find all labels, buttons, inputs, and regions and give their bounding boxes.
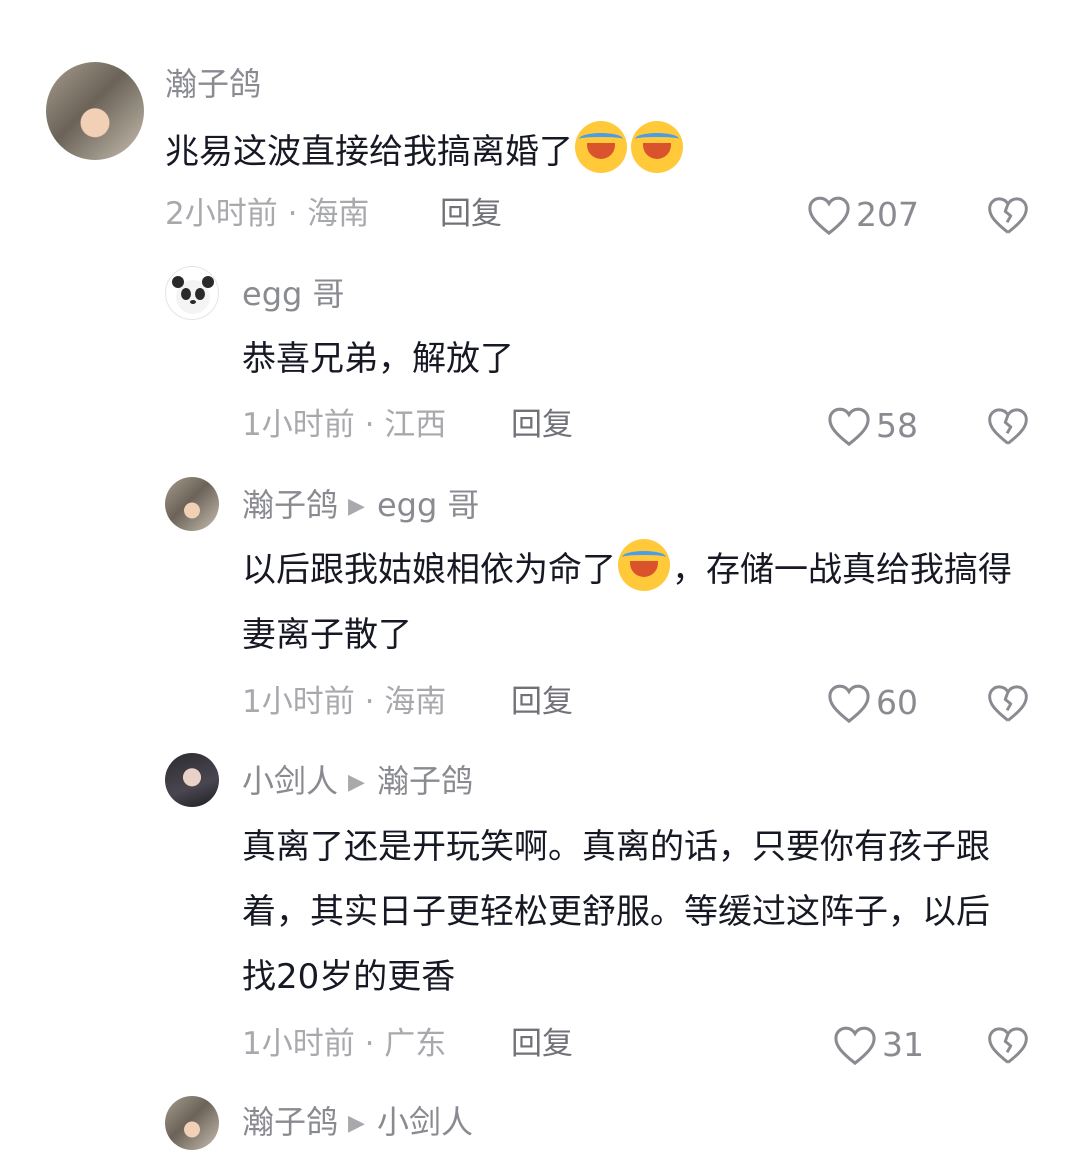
comment-meta: 2小时前 · 海南 — [165, 196, 370, 232]
like-count: 31 — [882, 1025, 924, 1064]
comment-text: 以后跟我姑娘相依为命了 ，存储一战真给我搞得妻离子散了 — [242, 538, 1042, 668]
broken-heart-icon — [988, 408, 1028, 445]
reply-button[interactable]: 回复 — [440, 194, 502, 234]
avatar[interactable] — [165, 266, 219, 320]
like-button[interactable]: 207 — [806, 194, 919, 236]
avatar[interactable] — [165, 1096, 219, 1150]
panda-avatar-icon — [172, 276, 214, 314]
like-button[interactable]: 31 — [832, 1024, 924, 1066]
broken-heart-icon — [988, 1027, 1028, 1064]
comment-author[interactable]: 小剑人 — [242, 762, 338, 800]
like-count: 60 — [876, 683, 918, 722]
avatar[interactable] — [165, 477, 219, 531]
like-button[interactable]: 58 — [826, 405, 918, 447]
loudly-crying-face-icon — [618, 539, 670, 591]
like-count: 58 — [876, 406, 918, 445]
dislike-button[interactable] — [986, 194, 1030, 240]
heart-icon — [828, 407, 870, 447]
like-count: 207 — [856, 195, 919, 234]
comment-meta: 1小时前 · 海南 — [242, 684, 447, 720]
broken-heart-icon — [988, 197, 1028, 234]
comment-meta: 1小时前 · 广东 — [242, 1026, 447, 1062]
comment-author-line: 小剑人 ▶ 瀚子鸽 — [242, 761, 473, 803]
comment-author-line: 瀚子鸽 ▶ egg 哥 — [242, 485, 479, 527]
reply-arrow-icon: ▶ — [348, 494, 365, 519]
reply-target[interactable]: 小剑人 — [377, 1103, 473, 1141]
dislike-button[interactable] — [986, 682, 1030, 728]
broken-heart-icon — [988, 685, 1028, 722]
comment-text: 兆易这波直接给我搞离婚了 — [165, 120, 1025, 185]
heart-icon — [828, 684, 870, 724]
loudly-crying-face-icon — [575, 121, 627, 173]
reply-target[interactable]: 瀚子鸽 — [377, 762, 473, 800]
dislike-button[interactable] — [986, 1024, 1030, 1070]
dislike-button[interactable] — [986, 405, 1030, 451]
reply-button[interactable]: 回复 — [511, 682, 573, 722]
reply-target[interactable]: egg 哥 — [377, 486, 480, 524]
comment-text: 真离了还是开玩笑啊。真离的话，只要你有孩子跟着，其实日子更轻松更舒服。等缓过这阵… — [242, 827, 990, 997]
comment-author[interactable]: 瀚子鸽 — [242, 1103, 338, 1141]
loudly-crying-face-icon — [631, 121, 683, 173]
avatar[interactable] — [165, 753, 219, 807]
comment-author[interactable]: egg 哥 — [242, 274, 345, 314]
comment-author-line: 瀚子鸽 ▶ 小剑人 — [242, 1102, 473, 1144]
comment-text: 恭喜兄弟，解放了 — [242, 339, 514, 379]
reply-button[interactable]: 回复 — [511, 405, 573, 445]
reply-arrow-icon: ▶ — [348, 770, 365, 795]
comment-meta: 1小时前 · 江西 — [242, 407, 447, 443]
like-button[interactable]: 60 — [826, 682, 918, 724]
heart-icon — [834, 1026, 876, 1066]
avatar[interactable] — [46, 62, 144, 160]
reply-arrow-icon: ▶ — [348, 1111, 365, 1136]
heart-icon — [808, 196, 850, 236]
comment-author[interactable]: 瀚子鸽 — [242, 486, 338, 524]
reply-button[interactable]: 回复 — [511, 1024, 573, 1064]
comment-author[interactable]: 瀚子鸽 — [165, 64, 261, 104]
